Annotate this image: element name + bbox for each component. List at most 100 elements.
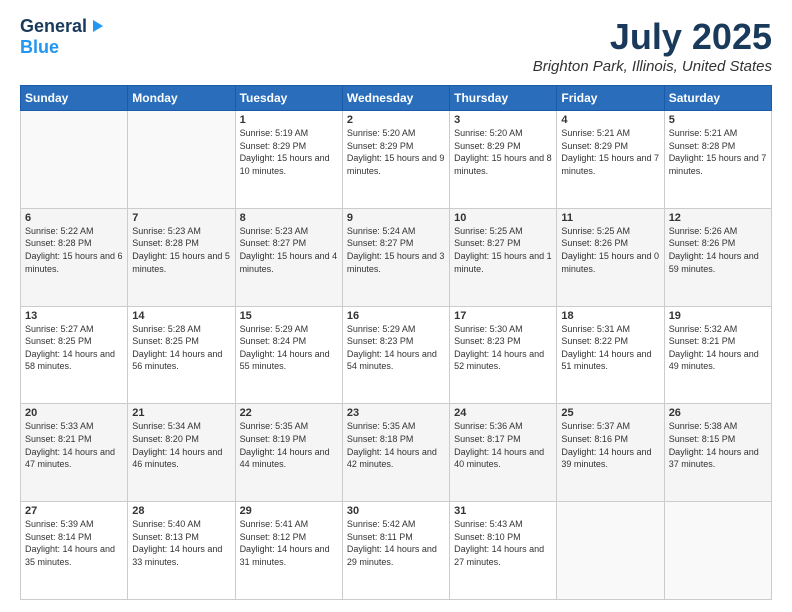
- day-number: 21: [132, 407, 230, 419]
- day-info: Sunrise: 5:37 AM Sunset: 8:16 PM Dayligh…: [561, 420, 659, 470]
- week-row-0: 1Sunrise: 5:19 AM Sunset: 8:29 PM Daylig…: [21, 111, 772, 209]
- day-number: 29: [240, 505, 338, 517]
- day-number: 15: [240, 310, 338, 322]
- day-info: Sunrise: 5:19 AM Sunset: 8:29 PM Dayligh…: [240, 127, 338, 177]
- cell-1-1: 7Sunrise: 5:23 AM Sunset: 8:28 PM Daylig…: [128, 208, 235, 306]
- day-info: Sunrise: 5:35 AM Sunset: 8:19 PM Dayligh…: [240, 420, 338, 470]
- cell-2-0: 13Sunrise: 5:27 AM Sunset: 8:25 PM Dayli…: [21, 306, 128, 404]
- day-number: 18: [561, 310, 659, 322]
- day-info: Sunrise: 5:30 AM Sunset: 8:23 PM Dayligh…: [454, 323, 552, 373]
- cell-4-5: [557, 502, 664, 600]
- cell-2-6: 19Sunrise: 5:32 AM Sunset: 8:21 PM Dayli…: [664, 306, 771, 404]
- day-number: 9: [347, 212, 445, 224]
- day-info: Sunrise: 5:20 AM Sunset: 8:29 PM Dayligh…: [347, 127, 445, 177]
- cell-1-2: 8Sunrise: 5:23 AM Sunset: 8:27 PM Daylig…: [235, 208, 342, 306]
- cell-0-2: 1Sunrise: 5:19 AM Sunset: 8:29 PM Daylig…: [235, 111, 342, 209]
- logo-blue-text: Blue: [20, 37, 59, 57]
- col-sunday: Sunday: [21, 86, 128, 111]
- cell-4-4: 31Sunrise: 5:43 AM Sunset: 8:10 PM Dayli…: [450, 502, 557, 600]
- week-row-1: 6Sunrise: 5:22 AM Sunset: 8:28 PM Daylig…: [21, 208, 772, 306]
- cell-3-0: 20Sunrise: 5:33 AM Sunset: 8:21 PM Dayli…: [21, 404, 128, 502]
- day-number: 14: [132, 310, 230, 322]
- col-saturday: Saturday: [664, 86, 771, 111]
- day-info: Sunrise: 5:21 AM Sunset: 8:29 PM Dayligh…: [561, 127, 659, 177]
- day-number: 25: [561, 407, 659, 419]
- cell-0-0: [21, 111, 128, 209]
- day-number: 8: [240, 212, 338, 224]
- day-info: Sunrise: 5:39 AM Sunset: 8:14 PM Dayligh…: [25, 518, 123, 568]
- day-info: Sunrise: 5:20 AM Sunset: 8:29 PM Dayligh…: [454, 127, 552, 177]
- day-number: 24: [454, 407, 552, 419]
- day-info: Sunrise: 5:27 AM Sunset: 8:25 PM Dayligh…: [25, 323, 123, 373]
- col-monday: Monday: [128, 86, 235, 111]
- cell-2-5: 18Sunrise: 5:31 AM Sunset: 8:22 PM Dayli…: [557, 306, 664, 404]
- day-number: 30: [347, 505, 445, 517]
- cell-0-5: 4Sunrise: 5:21 AM Sunset: 8:29 PM Daylig…: [557, 111, 664, 209]
- cell-0-4: 3Sunrise: 5:20 AM Sunset: 8:29 PM Daylig…: [450, 111, 557, 209]
- day-number: 5: [669, 114, 767, 126]
- day-info: Sunrise: 5:41 AM Sunset: 8:12 PM Dayligh…: [240, 518, 338, 568]
- day-number: 17: [454, 310, 552, 322]
- cell-0-1: [128, 111, 235, 209]
- col-tuesday: Tuesday: [235, 86, 342, 111]
- day-number: 10: [454, 212, 552, 224]
- day-number: 13: [25, 310, 123, 322]
- cell-1-6: 12Sunrise: 5:26 AM Sunset: 8:26 PM Dayli…: [664, 208, 771, 306]
- cell-3-2: 22Sunrise: 5:35 AM Sunset: 8:19 PM Dayli…: [235, 404, 342, 502]
- day-info: Sunrise: 5:29 AM Sunset: 8:24 PM Dayligh…: [240, 323, 338, 373]
- day-number: 1: [240, 114, 338, 126]
- day-info: Sunrise: 5:29 AM Sunset: 8:23 PM Dayligh…: [347, 323, 445, 373]
- day-info: Sunrise: 5:26 AM Sunset: 8:26 PM Dayligh…: [669, 225, 767, 275]
- logo-line1: General: [20, 16, 105, 37]
- cell-4-2: 29Sunrise: 5:41 AM Sunset: 8:12 PM Dayli…: [235, 502, 342, 600]
- logo-general: General: [20, 16, 87, 37]
- day-info: Sunrise: 5:25 AM Sunset: 8:27 PM Dayligh…: [454, 225, 552, 275]
- day-info: Sunrise: 5:23 AM Sunset: 8:28 PM Dayligh…: [132, 225, 230, 275]
- day-number: 26: [669, 407, 767, 419]
- subtitle: Brighton Park, Illinois, United States: [533, 58, 772, 75]
- col-wednesday: Wednesday: [342, 86, 449, 111]
- day-number: 28: [132, 505, 230, 517]
- logo: General Blue: [20, 16, 105, 58]
- cell-2-2: 15Sunrise: 5:29 AM Sunset: 8:24 PM Dayli…: [235, 306, 342, 404]
- main-title: July 2025: [533, 16, 772, 58]
- week-row-2: 13Sunrise: 5:27 AM Sunset: 8:25 PM Dayli…: [21, 306, 772, 404]
- page: General Blue July 2025 Brighton Park, Il…: [0, 0, 792, 612]
- day-number: 22: [240, 407, 338, 419]
- cell-2-3: 16Sunrise: 5:29 AM Sunset: 8:23 PM Dayli…: [342, 306, 449, 404]
- day-number: 2: [347, 114, 445, 126]
- cell-4-1: 28Sunrise: 5:40 AM Sunset: 8:13 PM Dayli…: [128, 502, 235, 600]
- day-info: Sunrise: 5:34 AM Sunset: 8:20 PM Dayligh…: [132, 420, 230, 470]
- cell-4-0: 27Sunrise: 5:39 AM Sunset: 8:14 PM Dayli…: [21, 502, 128, 600]
- day-number: 3: [454, 114, 552, 126]
- cell-3-4: 24Sunrise: 5:36 AM Sunset: 8:17 PM Dayli…: [450, 404, 557, 502]
- cell-4-3: 30Sunrise: 5:42 AM Sunset: 8:11 PM Dayli…: [342, 502, 449, 600]
- day-info: Sunrise: 5:25 AM Sunset: 8:26 PM Dayligh…: [561, 225, 659, 275]
- day-info: Sunrise: 5:31 AM Sunset: 8:22 PM Dayligh…: [561, 323, 659, 373]
- calendar-header-row: Sunday Monday Tuesday Wednesday Thursday…: [21, 86, 772, 111]
- week-row-4: 27Sunrise: 5:39 AM Sunset: 8:14 PM Dayli…: [21, 502, 772, 600]
- day-info: Sunrise: 5:24 AM Sunset: 8:27 PM Dayligh…: [347, 225, 445, 275]
- cell-3-5: 25Sunrise: 5:37 AM Sunset: 8:16 PM Dayli…: [557, 404, 664, 502]
- day-number: 12: [669, 212, 767, 224]
- cell-3-3: 23Sunrise: 5:35 AM Sunset: 8:18 PM Dayli…: [342, 404, 449, 502]
- day-number: 11: [561, 212, 659, 224]
- day-info: Sunrise: 5:32 AM Sunset: 8:21 PM Dayligh…: [669, 323, 767, 373]
- day-info: Sunrise: 5:28 AM Sunset: 8:25 PM Dayligh…: [132, 323, 230, 373]
- calendar-table: Sunday Monday Tuesday Wednesday Thursday…: [20, 85, 772, 600]
- day-info: Sunrise: 5:35 AM Sunset: 8:18 PM Dayligh…: [347, 420, 445, 470]
- col-friday: Friday: [557, 86, 664, 111]
- day-number: 20: [25, 407, 123, 419]
- logo-icon: [89, 18, 105, 34]
- cell-4-6: [664, 502, 771, 600]
- day-info: Sunrise: 5:36 AM Sunset: 8:17 PM Dayligh…: [454, 420, 552, 470]
- header: General Blue July 2025 Brighton Park, Il…: [20, 16, 772, 75]
- day-number: 16: [347, 310, 445, 322]
- day-info: Sunrise: 5:38 AM Sunset: 8:15 PM Dayligh…: [669, 420, 767, 470]
- day-number: 19: [669, 310, 767, 322]
- cell-3-6: 26Sunrise: 5:38 AM Sunset: 8:15 PM Dayli…: [664, 404, 771, 502]
- cell-1-3: 9Sunrise: 5:24 AM Sunset: 8:27 PM Daylig…: [342, 208, 449, 306]
- col-thursday: Thursday: [450, 86, 557, 111]
- cell-2-1: 14Sunrise: 5:28 AM Sunset: 8:25 PM Dayli…: [128, 306, 235, 404]
- day-number: 27: [25, 505, 123, 517]
